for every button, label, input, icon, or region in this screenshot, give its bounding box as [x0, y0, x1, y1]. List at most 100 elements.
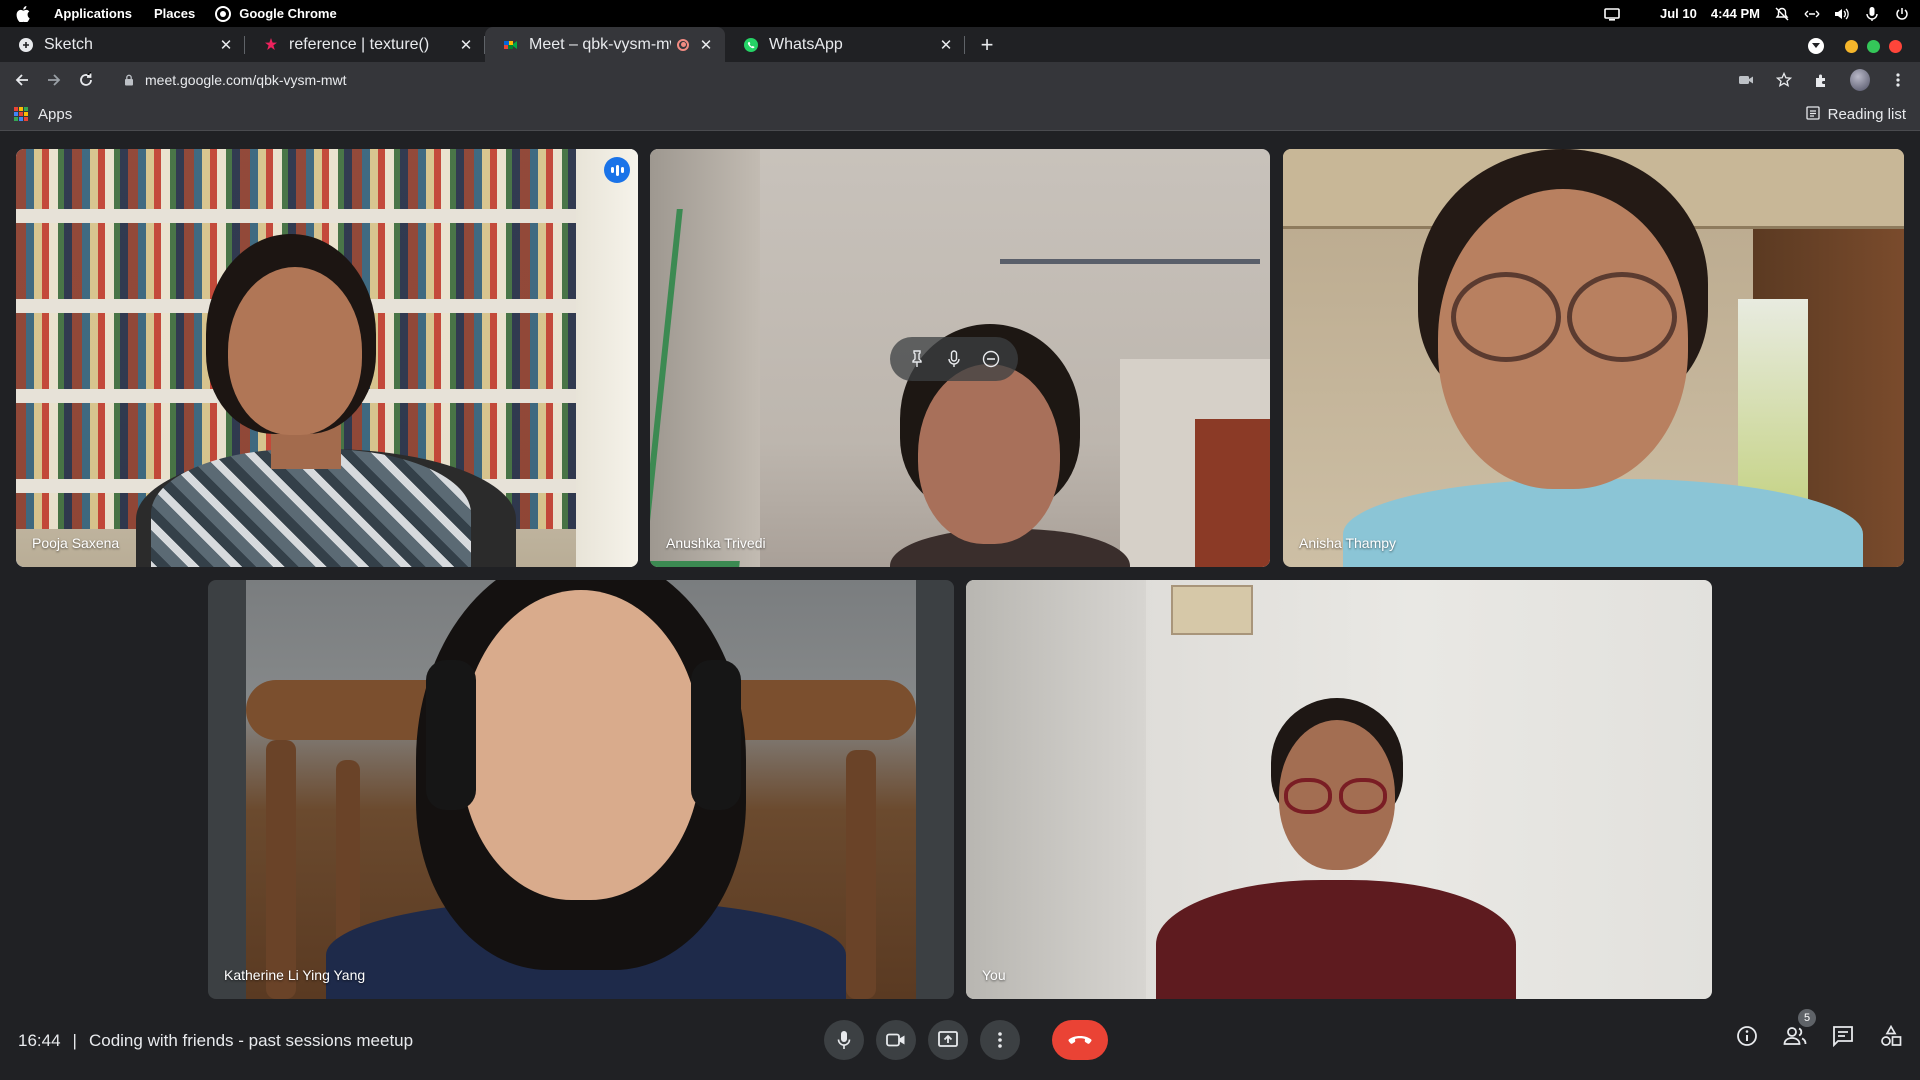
toolbar-actions [1736, 62, 1908, 98]
tile-hover-controls [890, 337, 1018, 381]
chat-icon[interactable] [1830, 1023, 1856, 1049]
volume-icon[interactable] [1834, 7, 1850, 21]
tab-close-button[interactable]: ✕ [937, 36, 955, 54]
date-label[interactable]: Jul 10 [1660, 6, 1697, 21]
time-label[interactable]: 4:44 PM [1711, 6, 1760, 21]
glasses-left-lens [1451, 272, 1561, 362]
notifications-off-icon[interactable] [1774, 7, 1790, 21]
camera-in-use-icon[interactable] [1736, 70, 1756, 90]
participant-name: Anisha Thampy [1299, 535, 1397, 551]
chair-spindle [846, 750, 876, 999]
more-vert-icon[interactable] [1888, 70, 1908, 90]
glasses-right-lens [1567, 272, 1677, 362]
video-feed [1283, 149, 1904, 567]
tab-label: Meet – qbk-vysm-mw [529, 35, 671, 53]
browser-toolbar: meet.google.com/qbk-vysm-mwt [0, 62, 1920, 98]
mute-participant-icon[interactable] [941, 346, 967, 372]
menu-app-name[interactable]: Google Chrome [239, 6, 337, 21]
meeting-title: Coding with friends - past sessions meet… [88, 1031, 414, 1050]
tab-whatsapp[interactable]: WhatsApp ✕ [725, 27, 965, 62]
headphone-left [426, 660, 476, 810]
tab-label: WhatsApp [769, 35, 843, 53]
video-feed [966, 580, 1712, 999]
extensions-puzzle-icon[interactable] [1812, 70, 1832, 90]
reading-list-icon [1805, 105, 1820, 124]
window-controls [1808, 38, 1902, 54]
glasses-right-lens [1339, 778, 1387, 814]
window-light [1738, 299, 1808, 499]
new-tab-button[interactable]: + [969, 27, 1005, 62]
tab-close-button[interactable]: ✕ [217, 36, 235, 54]
profile-avatar[interactable] [1850, 69, 1870, 91]
whatsapp-icon [743, 37, 759, 53]
minimize-button[interactable] [1845, 39, 1858, 53]
camera-button[interactable] [876, 1020, 916, 1060]
video-feed [16, 149, 638, 567]
forward-arrow-icon[interactable] [43, 69, 65, 91]
network-icon[interactable] [1804, 7, 1820, 21]
glasses-left-lens [1284, 778, 1332, 814]
close-window-button[interactable] [1889, 39, 1902, 53]
tab-sketch[interactable]: Sketch ✕ [0, 27, 245, 62]
pin-icon[interactable] [904, 346, 930, 372]
meeting-clock: 16:44 [18, 1031, 61, 1050]
curtain-rod [1000, 259, 1260, 264]
recording-dot-icon [677, 38, 689, 51]
tab-close-button[interactable]: ✕ [697, 36, 715, 54]
tab-strip: Sketch ✕ reference | texture() ✕ Meet – … [0, 27, 1920, 62]
end-call-button[interactable] [1052, 1020, 1108, 1060]
meeting-details-info-icon[interactable] [1734, 1023, 1760, 1049]
participant-tile-self[interactable]: You [966, 580, 1712, 999]
tab-close-button[interactable]: ✕ [457, 36, 475, 54]
menu-places[interactable]: Places [154, 6, 195, 21]
microphone-tray-icon[interactable] [1864, 6, 1880, 21]
more-options-button[interactable] [980, 1020, 1020, 1060]
lock-icon[interactable] [123, 74, 135, 86]
reading-list-label: Reading list [1827, 106, 1906, 123]
tab-label: reference | texture() [289, 35, 430, 53]
present-screen-button[interactable] [928, 1020, 968, 1060]
os-status-area: Jul 10 4:44 PM [1604, 0, 1910, 27]
tab-meet[interactable]: Meet – qbk-vysm-mw ✕ [485, 27, 725, 62]
power-icon[interactable] [1894, 7, 1910, 21]
headphone-right [691, 660, 741, 810]
bookmark-star-icon[interactable] [1774, 70, 1794, 90]
meeting-info: 16:44 | Coding with friends - past sessi… [18, 1031, 413, 1051]
person-body [1156, 880, 1516, 999]
meet-control-bar: 16:44 | Coding with friends - past sessi… [0, 1005, 1920, 1080]
maximize-button[interactable] [1867, 39, 1880, 53]
participant-tile-anisha[interactable]: Anisha Thampy [1283, 149, 1904, 567]
tab-search-icon[interactable] [1808, 38, 1824, 54]
remove-participant-icon[interactable] [978, 346, 1004, 372]
people-icon[interactable]: 5 [1782, 1009, 1816, 1049]
wall-corner [966, 580, 1146, 999]
participant-tile-katherine[interactable]: Katherine Li Ying Yang [208, 580, 954, 999]
tab-reference-texture[interactable]: reference | texture() ✕ [245, 27, 485, 62]
activities-shapes-icon[interactable] [1878, 1023, 1904, 1049]
apps-bookmark[interactable]: Apps [38, 106, 72, 123]
reading-list-button[interactable]: Reading list [1805, 98, 1906, 131]
apple-logo-icon[interactable] [12, 3, 34, 25]
door-red [1195, 419, 1270, 567]
back-arrow-icon[interactable] [11, 69, 33, 91]
apps-grid-icon[interactable] [14, 107, 28, 121]
switch-board [1171, 585, 1253, 635]
screen: Applications Places Google Chrome Jul 10… [0, 0, 1920, 1080]
menu-applications[interactable]: Applications [54, 6, 132, 21]
person-face [918, 364, 1060, 544]
reload-icon[interactable] [75, 69, 97, 91]
meet-icon [503, 37, 519, 53]
url-text: meet.google.com/qbk-vysm-mwt [145, 72, 347, 88]
participant-name: Katherine Li Ying Yang [224, 967, 366, 983]
chair-spindle [266, 740, 296, 999]
microphone-button[interactable] [824, 1020, 864, 1060]
tab-separator [964, 36, 965, 54]
screenshare-indicator-icon[interactable] [1604, 7, 1620, 21]
participant-tile-pooja[interactable]: Pooja Saxena [16, 149, 638, 567]
sketch-icon [18, 37, 34, 53]
meeting-side-controls: 5 [1734, 1009, 1904, 1049]
participant-tile-anushka[interactable]: Anushka Trivedi [650, 149, 1270, 567]
participant-count-badge: 5 [1798, 1009, 1816, 1027]
address-bar[interactable]: meet.google.com/qbk-vysm-mwt [123, 72, 347, 88]
video-feed [246, 580, 916, 999]
